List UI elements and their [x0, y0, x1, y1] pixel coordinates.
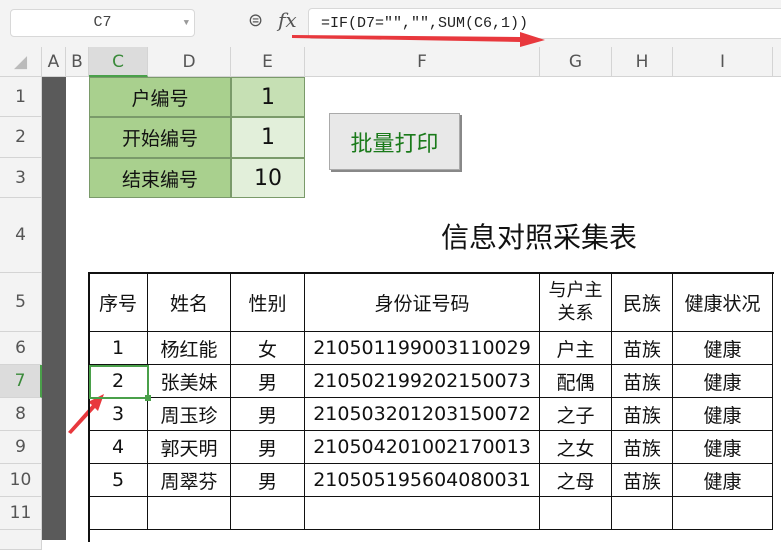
column-a-fill: [42, 77, 66, 540]
table-title: 信息对照采集表: [440, 220, 637, 254]
row-header-6[interactable]: 6: [0, 332, 42, 365]
table-cell[interactable]: [540, 497, 612, 530]
table-cell[interactable]: 杨红能: [148, 332, 231, 365]
column-header-h[interactable]: H: [612, 47, 673, 77]
param-label: 结束编号: [89, 158, 231, 198]
column-header-e[interactable]: E: [231, 47, 305, 77]
table-cell[interactable]: 男: [231, 365, 305, 398]
row-header-9[interactable]: 9: [0, 431, 42, 464]
column-header-a[interactable]: A: [42, 47, 66, 77]
active-cell-c7[interactable]: [89, 365, 151, 401]
row-header-4[interactable]: 4: [0, 198, 42, 273]
table-cell[interactable]: 户主: [540, 332, 612, 365]
table-header: 身份证号码: [305, 273, 540, 332]
table-cell[interactable]: 3: [89, 398, 148, 431]
table-cell[interactable]: 之女: [540, 431, 612, 464]
table-cell[interactable]: 女: [231, 332, 305, 365]
param-value[interactable]: 10: [231, 158, 305, 198]
table-cell[interactable]: 之母: [540, 464, 612, 497]
table-cell[interactable]: 210502199202150073: [305, 365, 540, 398]
table-cell[interactable]: [673, 497, 773, 530]
table-header: 姓名: [148, 273, 231, 332]
table-cell[interactable]: [305, 497, 540, 530]
table-cell[interactable]: 210504201002170013: [305, 431, 540, 464]
row-header-5[interactable]: 5: [0, 273, 42, 332]
formula-arrow: [292, 32, 545, 47]
fill-handle[interactable]: [145, 395, 151, 401]
table-cell[interactable]: [89, 497, 148, 530]
table-cell[interactable]: 男: [231, 464, 305, 497]
table-cell[interactable]: 男: [231, 398, 305, 431]
table-header: 与户主 关系: [540, 273, 612, 332]
row-header-12[interactable]: [0, 530, 42, 550]
table-cell[interactable]: 苗族: [612, 398, 673, 431]
table-cell[interactable]: 张美妹: [148, 365, 231, 398]
table-cell[interactable]: 周翠芬: [148, 464, 231, 497]
table-cell[interactable]: 苗族: [612, 332, 673, 365]
table-cell[interactable]: 健康: [673, 332, 773, 365]
table-cell[interactable]: 男: [231, 431, 305, 464]
row-header-3[interactable]: 3: [0, 158, 42, 198]
table-cell[interactable]: 健康: [673, 398, 773, 431]
table-header: 性别: [231, 273, 305, 332]
table-cell[interactable]: 之子: [540, 398, 612, 431]
table-cell[interactable]: 1: [89, 332, 148, 365]
table-cell[interactable]: 苗族: [612, 431, 673, 464]
row-header-1[interactable]: 1: [0, 77, 42, 117]
column-header-d[interactable]: D: [148, 47, 231, 77]
table-header: 序号: [89, 273, 148, 332]
row-header-8[interactable]: 8: [0, 398, 42, 431]
row-header-10[interactable]: 10: [0, 464, 42, 497]
table-cell[interactable]: 健康: [673, 464, 773, 497]
table-cell[interactable]: 210501199003110029: [305, 332, 540, 365]
table-cell[interactable]: 5: [89, 464, 148, 497]
row-header-2[interactable]: 2: [0, 117, 42, 158]
column-header-j[interactable]: [773, 47, 781, 77]
table-cell[interactable]: [231, 497, 305, 530]
table-cell[interactable]: 苗族: [612, 464, 673, 497]
table-cell[interactable]: 健康: [673, 365, 773, 398]
table-cell[interactable]: 苗族: [612, 365, 673, 398]
row-header-7[interactable]: 7: [0, 365, 42, 398]
table-cell[interactable]: [148, 497, 231, 530]
table-cell[interactable]: 周玉珍: [148, 398, 231, 431]
table-cell[interactable]: 郭天明: [148, 431, 231, 464]
table-cell[interactable]: 210503201203150072: [305, 398, 540, 431]
batch-print-button[interactable]: 批量打印: [329, 113, 460, 170]
param-value[interactable]: 1: [231, 117, 305, 158]
param-label: 开始编号: [89, 117, 231, 158]
table-cell[interactable]: 4: [89, 431, 148, 464]
column-header-b[interactable]: B: [66, 47, 89, 77]
column-header-i[interactable]: I: [673, 47, 773, 77]
table-cell[interactable]: 健康: [673, 431, 773, 464]
param-label: 户编号: [89, 77, 231, 117]
column-header-f[interactable]: F: [305, 47, 540, 77]
table-cell[interactable]: [612, 497, 673, 530]
table-header: 健康状况: [673, 273, 773, 332]
column-header-g[interactable]: G: [540, 47, 612, 77]
table-header: 民族: [612, 273, 673, 332]
param-value[interactable]: 1: [231, 77, 305, 117]
row-header-11[interactable]: 11: [0, 497, 42, 530]
table-cell[interactable]: 210505195604080031: [305, 464, 540, 497]
column-header-c[interactable]: C: [89, 47, 148, 77]
select-all-corner[interactable]: ◢: [0, 47, 42, 77]
table-cell[interactable]: 配偶: [540, 365, 612, 398]
